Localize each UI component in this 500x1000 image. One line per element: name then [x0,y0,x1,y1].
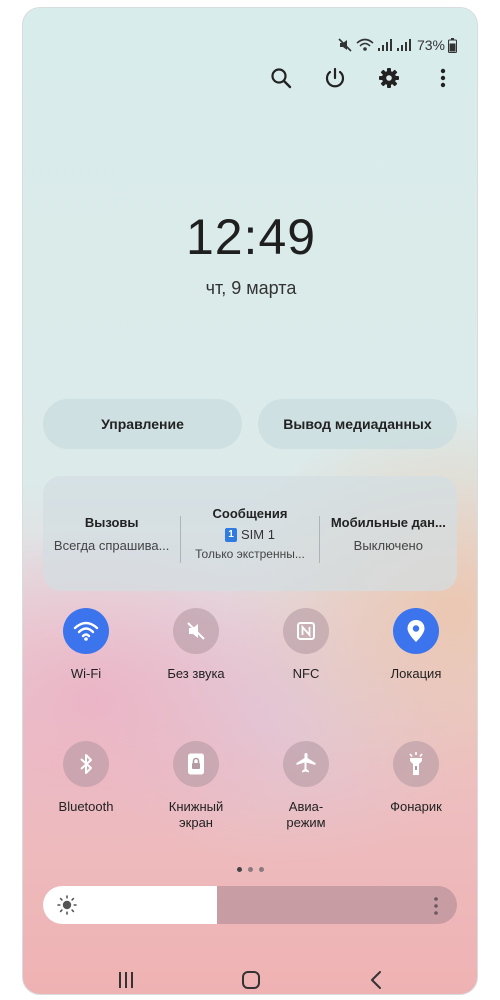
search-button[interactable] [269,66,293,90]
clock-time: 12:49 [185,209,317,265]
tile-bluetooth-circle [63,741,109,787]
nfc-icon [297,622,315,640]
portrait-lock-icon [188,753,204,775]
sim-messages[interactable]: Сообщения 1 SIM 1 Только экстренны... [181,476,318,591]
tile-flashlight-circle [393,741,439,787]
more-options-button[interactable] [431,66,455,90]
signal-sim2-icon [396,39,411,51]
tile-location[interactable]: Локация [368,608,464,682]
sim-data-value: Выключено [353,537,423,553]
home-icon [241,971,260,989]
mute-status-icon [338,38,352,52]
tile-flashlight[interactable]: Фонарик [368,741,464,815]
sim-calls-title: Вызовы [84,514,139,530]
sim-calls-value: Всегда спрашива... [53,537,170,553]
page-indicator [237,867,264,872]
battery-percent: 73% [416,37,445,53]
airplane-icon [296,753,316,773]
tile-wifi[interactable]: Wi-Fi [38,608,134,682]
brightness-slider[interactable] [43,886,457,924]
home-button[interactable] [236,968,266,992]
top-actions [269,66,455,90]
sim-messages-sim: 1 SIM 1 [225,527,275,542]
page-dot [237,867,242,872]
tile-mute-circle [173,608,219,654]
tile-mute[interactable]: Без звука [148,608,244,682]
search-icon [271,68,292,89]
power-icon [325,67,345,88]
quick-panel: 73% 12:49 чт, 9 марта Управление Вывод м… [22,7,478,995]
flashlight-icon [409,752,423,775]
battery-icon [448,37,457,53]
brightness-more-icon[interactable] [433,896,439,916]
tile-wifi-circle [63,608,109,654]
sim-data-title: Мобильные дан... [330,514,446,530]
clock-date: чт, 9 марта [205,278,297,298]
power-button[interactable] [323,66,347,90]
tile-nfc-circle [283,608,329,654]
sim-messages-note: Только экстренны... [195,547,305,561]
signal-sim1-icon [377,39,392,51]
back-button[interactable] [361,968,391,992]
tile-airplane-label: Авиа- режим [286,799,326,830]
navigation-bar [23,966,477,994]
tile-location-circle [393,608,439,654]
tile-wifi-label: Wi-Fi [70,666,102,681]
device-control-button[interactable]: Управление [43,399,242,449]
sim-messages-sim-name: SIM 1 [241,527,275,542]
tile-portrait-lock[interactable]: Книжный экран [148,741,244,831]
tile-location-label: Локация [390,666,442,681]
sim-manager-panel: Вызовы Всегда спрашива... Сообщения 1 SI… [43,476,457,591]
sun-icon [57,895,77,915]
tile-bluetooth[interactable]: Bluetooth [38,741,134,815]
wifi-icon [73,621,99,641]
tile-airplane-circle [283,741,329,787]
gear-icon [379,68,399,88]
location-icon [407,620,425,642]
back-icon [371,971,382,989]
page-dot [248,867,253,872]
wifi-status-icon [356,38,374,51]
sim1-badge-icon: 1 [225,527,237,542]
mute-icon [187,622,205,640]
page-dot [259,867,264,872]
tile-mute-label: Без звука [167,666,225,681]
bluetooth-icon [80,754,92,774]
more-vertical-icon [440,68,446,88]
media-output-button[interactable]: Вывод медиаданных [258,399,457,449]
sim-calls[interactable]: Вызовы Всегда спрашива... [43,476,180,591]
tile-bluetooth-label: Bluetooth [58,799,114,814]
tile-portrait-lock-circle [173,741,219,787]
recents-icon [118,972,133,988]
settings-button[interactable] [377,66,401,90]
sim-messages-title: Сообщения [212,506,288,521]
tile-airplane[interactable]: Авиа- режим [258,741,354,831]
sim-mobile-data[interactable]: Мобильные дан... Выключено [320,476,457,591]
recents-button[interactable] [111,968,141,992]
tile-flashlight-label: Фонарик [390,799,442,814]
tile-portrait-lock-label: Книжный экран [168,799,224,830]
tile-nfc-label: NFC [292,666,320,681]
status-bar: 73% [337,36,457,54]
tile-nfc[interactable]: NFC [258,608,354,682]
